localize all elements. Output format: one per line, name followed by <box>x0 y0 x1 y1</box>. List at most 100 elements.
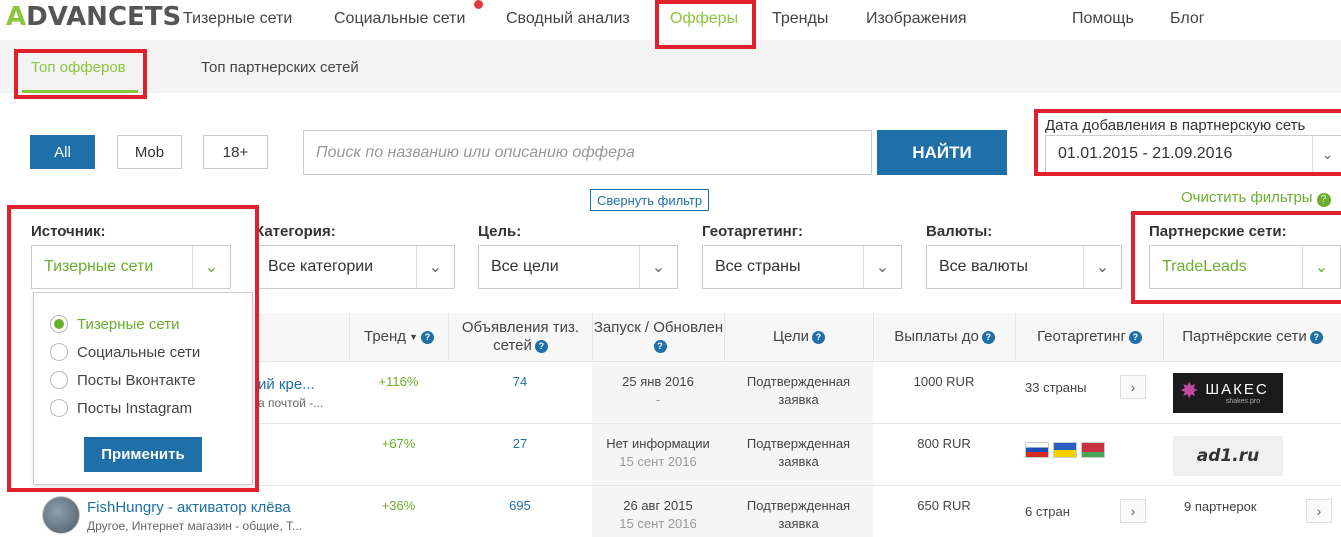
currency-label: Валюты: <box>926 223 993 240</box>
nav-help[interactable]: Помощь <box>1072 10 1134 28</box>
partner-networks-label: Партнерские сети: <box>1149 223 1287 240</box>
launch-date: Нет информации <box>606 436 710 451</box>
goal-line-1: Подтвержденная <box>746 498 851 513</box>
belarus-flag-icon <box>1081 442 1105 458</box>
goal-line-2: заявка <box>778 516 819 531</box>
nav-summary-analysis[interactable]: Сводный анализ <box>506 10 630 28</box>
payout-value: 650 RUR <box>917 498 971 513</box>
offer-subtitle: Другое, Интернет магазин - общие, Т... <box>87 519 303 533</box>
chevron-down-icon: ⌄ <box>863 246 901 288</box>
nav-offers[interactable]: Офферы <box>670 10 738 28</box>
offer-avatar <box>42 496 80 534</box>
apply-button[interactable]: Применить <box>84 437 202 472</box>
info-icon: ? <box>981 330 995 344</box>
row-divider <box>258 423 1341 424</box>
table-header-geo: Геотаргетинг? <box>1015 313 1163 361</box>
goal-line-2: заявка <box>778 392 819 407</box>
nav-blog[interactable]: Блог <box>1170 10 1205 28</box>
info-icon: ? <box>1309 330 1323 344</box>
filter-adult-button[interactable]: 18+ <box>203 135 268 169</box>
logo[interactable]: ADVANCETS <box>6 2 181 32</box>
radio-icon <box>50 399 68 417</box>
page: ADVANCETS Тизерные сети Социальные сети … <box>0 0 1341 537</box>
russia-flag-icon <box>1025 442 1049 458</box>
source-label: Источник: <box>31 223 106 240</box>
goal-select[interactable]: Все цели ⌄ <box>478 245 678 289</box>
table-header-trend[interactable]: Тренд ▼? <box>349 313 448 361</box>
search-input[interactable]: Поиск по названию или описанию оффера <box>303 130 872 175</box>
geo-select[interactable]: Все страны ⌄ <box>702 245 902 289</box>
category-select[interactable]: Все категории ⌄ <box>255 245 455 289</box>
filter-mob-button[interactable]: Mob <box>117 135 182 169</box>
goal-line-2: заявка <box>778 454 819 469</box>
radio-selected-icon <box>50 315 68 333</box>
ads-count[interactable]: 695 <box>448 497 592 515</box>
source-option-instagram[interactable]: Посты Instagram <box>50 399 192 417</box>
chevron-down-icon: ⌄ <box>639 246 677 288</box>
date-range-input[interactable]: 01.01.2015 - 21.09.2016 <box>1045 135 1341 173</box>
chevron-right-icon[interactable]: › <box>1120 375 1146 399</box>
partner-networks-select[interactable]: TradeLeads ⌄ <box>1149 245 1341 289</box>
table-header-goals: Цели? <box>724 313 873 361</box>
payout-value: 1000 RUR <box>913 374 975 389</box>
source-option-vk[interactable]: Посты Вконтакте <box>50 371 196 389</box>
offer-subtitle: а почтой -... <box>258 396 324 410</box>
payout-value: 800 RUR <box>917 436 971 451</box>
filter-all-button[interactable]: All <box>30 135 95 169</box>
source-option-teaser[interactable]: Тизерные сети <box>50 315 179 333</box>
search-button[interactable]: НАЙТИ <box>877 130 1007 175</box>
goal-line-1: Подтвержденная <box>746 436 851 451</box>
geo-value: 33 страны <box>1025 380 1087 395</box>
notification-dot <box>474 0 483 9</box>
info-icon: ? <box>1128 330 1142 344</box>
table-header-launch: Запуск / Обновлен? <box>592 313 724 361</box>
trend-value: +116% <box>378 374 419 389</box>
row-divider <box>258 361 1341 362</box>
table-header-partner-networks: Партнёрские сети? <box>1163 313 1341 361</box>
chevron-right-icon[interactable]: › <box>1120 499 1146 523</box>
goal-line-1: Подтвержденная <box>746 374 851 389</box>
ads-count[interactable]: 27 <box>448 435 592 453</box>
info-icon: ? <box>653 339 667 353</box>
network-logo[interactable]: ad1.ru <box>1173 436 1283 476</box>
currency-select[interactable]: Все валюты ⌄ <box>926 245 1122 289</box>
chevron-down-icon: ⌄ <box>192 246 230 288</box>
radio-icon <box>50 371 68 389</box>
collapse-filter-button[interactable]: Свернуть фильтр <box>590 189 710 211</box>
source-select[interactable]: Тизерные сети ⌄ <box>31 245 231 289</box>
ads-count[interactable]: 74 <box>448 373 592 391</box>
subnav-top-partner-networks[interactable]: Топ партнерских сетей <box>201 59 359 76</box>
nav-images[interactable]: Изображения <box>866 10 967 28</box>
offer-title[interactable]: FishHungry - активатор клёва <box>87 499 291 517</box>
geo-label: Геотаргетинг: <box>702 223 803 240</box>
clear-filters-link[interactable]: Очистить фильтры? <box>1181 189 1331 207</box>
top-navigation: ADVANCETS Тизерные сети Социальные сети … <box>0 0 1341 40</box>
offer-title[interactable]: ий кре... <box>258 376 315 394</box>
launch-date: 26 авг 2015 <box>623 498 693 513</box>
sub-navigation: Топ офферов Топ партнерских сетей <box>0 40 1341 93</box>
nav-social-networks[interactable]: Социальные сети <box>334 10 465 28</box>
geo-value: 6 стран <box>1025 504 1070 519</box>
table-header-payout: Выплаты до? <box>873 313 1015 361</box>
chevron-right-icon[interactable]: › <box>1306 499 1332 523</box>
row-divider <box>258 485 1341 486</box>
sort-down-icon: ▼ <box>409 332 418 342</box>
active-tab-underline <box>22 90 138 93</box>
subnav-top-offers[interactable]: Топ офферов <box>31 59 126 76</box>
chevron-down-icon[interactable]: ⌄ <box>1312 135 1341 173</box>
launch-date: 25 янв 2016 <box>622 374 694 389</box>
info-icon: ? <box>420 330 434 344</box>
updated-date: 15 сент 2016 <box>619 516 697 531</box>
trend-value: +67% <box>381 436 416 451</box>
source-dropdown: Тизерные сети Социальные сети Посты Вкон… <box>33 292 253 485</box>
radio-icon <box>50 343 68 361</box>
trend-value: +36% <box>381 498 416 513</box>
category-label: Категория: <box>255 223 336 240</box>
updated-date: 15 сент 2016 <box>619 454 697 469</box>
nav-teaser-networks[interactable]: Тизерные сети <box>183 10 292 28</box>
source-option-social[interactable]: Социальные сети <box>50 343 200 361</box>
table-header-ads: Объявления тиз. сетей? <box>448 313 592 361</box>
nav-trends[interactable]: Тренды <box>772 10 828 28</box>
info-icon: ? <box>812 330 826 344</box>
date-range-label: Дата добавления в партнерскую сеть <box>1045 117 1306 134</box>
